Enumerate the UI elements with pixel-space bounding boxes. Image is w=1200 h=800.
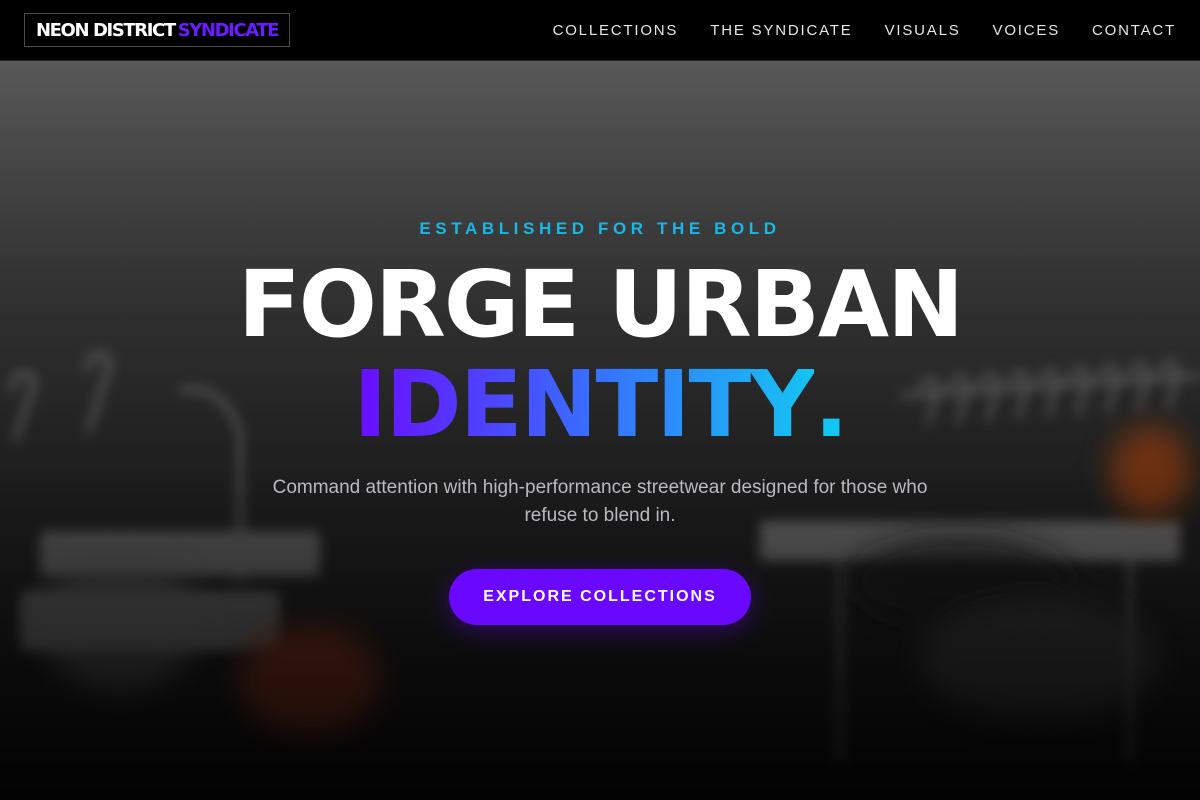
top-navbar: NEON DISTRICT SYNDICATE COLLECTIONS THE … [0, 0, 1200, 61]
brand-name-accent: SYNDICATE [177, 19, 280, 41]
main-menu: COLLECTIONS THE SYNDICATE VISUALS VOICES… [521, 22, 1176, 39]
hero-eyebrow: ESTABLISHED FOR THE BOLD [419, 219, 781, 238]
hero-headline-dot: . [813, 351, 849, 458]
brand-logo[interactable]: NEON DISTRICT SYNDICATE [24, 13, 291, 47]
hero-headline: FORGE URBAN IDENTITY. [0, 257, 1200, 453]
nav-item-voices[interactable]: VOICES [993, 22, 1060, 39]
nav-item-collections[interactable]: COLLECTIONS [553, 22, 679, 39]
hero-subtitle: Command attention with high-performance … [272, 477, 928, 526]
hero-headline-gradient-word: IDENTITY [353, 351, 814, 458]
hero-headline-line2: IDENTITY [353, 357, 814, 453]
explore-collections-button[interactable]: EXPLORE COLLECTIONS [449, 569, 751, 625]
nav-item-the-syndicate[interactable]: THE SYNDICATE [710, 22, 852, 39]
nav-item-visuals[interactable]: VISUALS [885, 22, 961, 39]
hero-headline-line1: FORGE URBAN [237, 251, 964, 358]
hero-content: ESTABLISHED FOR THE BOLD FORGE URBAN IDE… [0, 61, 1200, 800]
brand-name-primary: NEON DISTRICT [36, 19, 176, 41]
hero-section: ESTABLISHED FOR THE BOLD FORGE URBAN IDE… [0, 61, 1200, 800]
nav-item-contact[interactable]: CONTACT [1092, 22, 1176, 39]
